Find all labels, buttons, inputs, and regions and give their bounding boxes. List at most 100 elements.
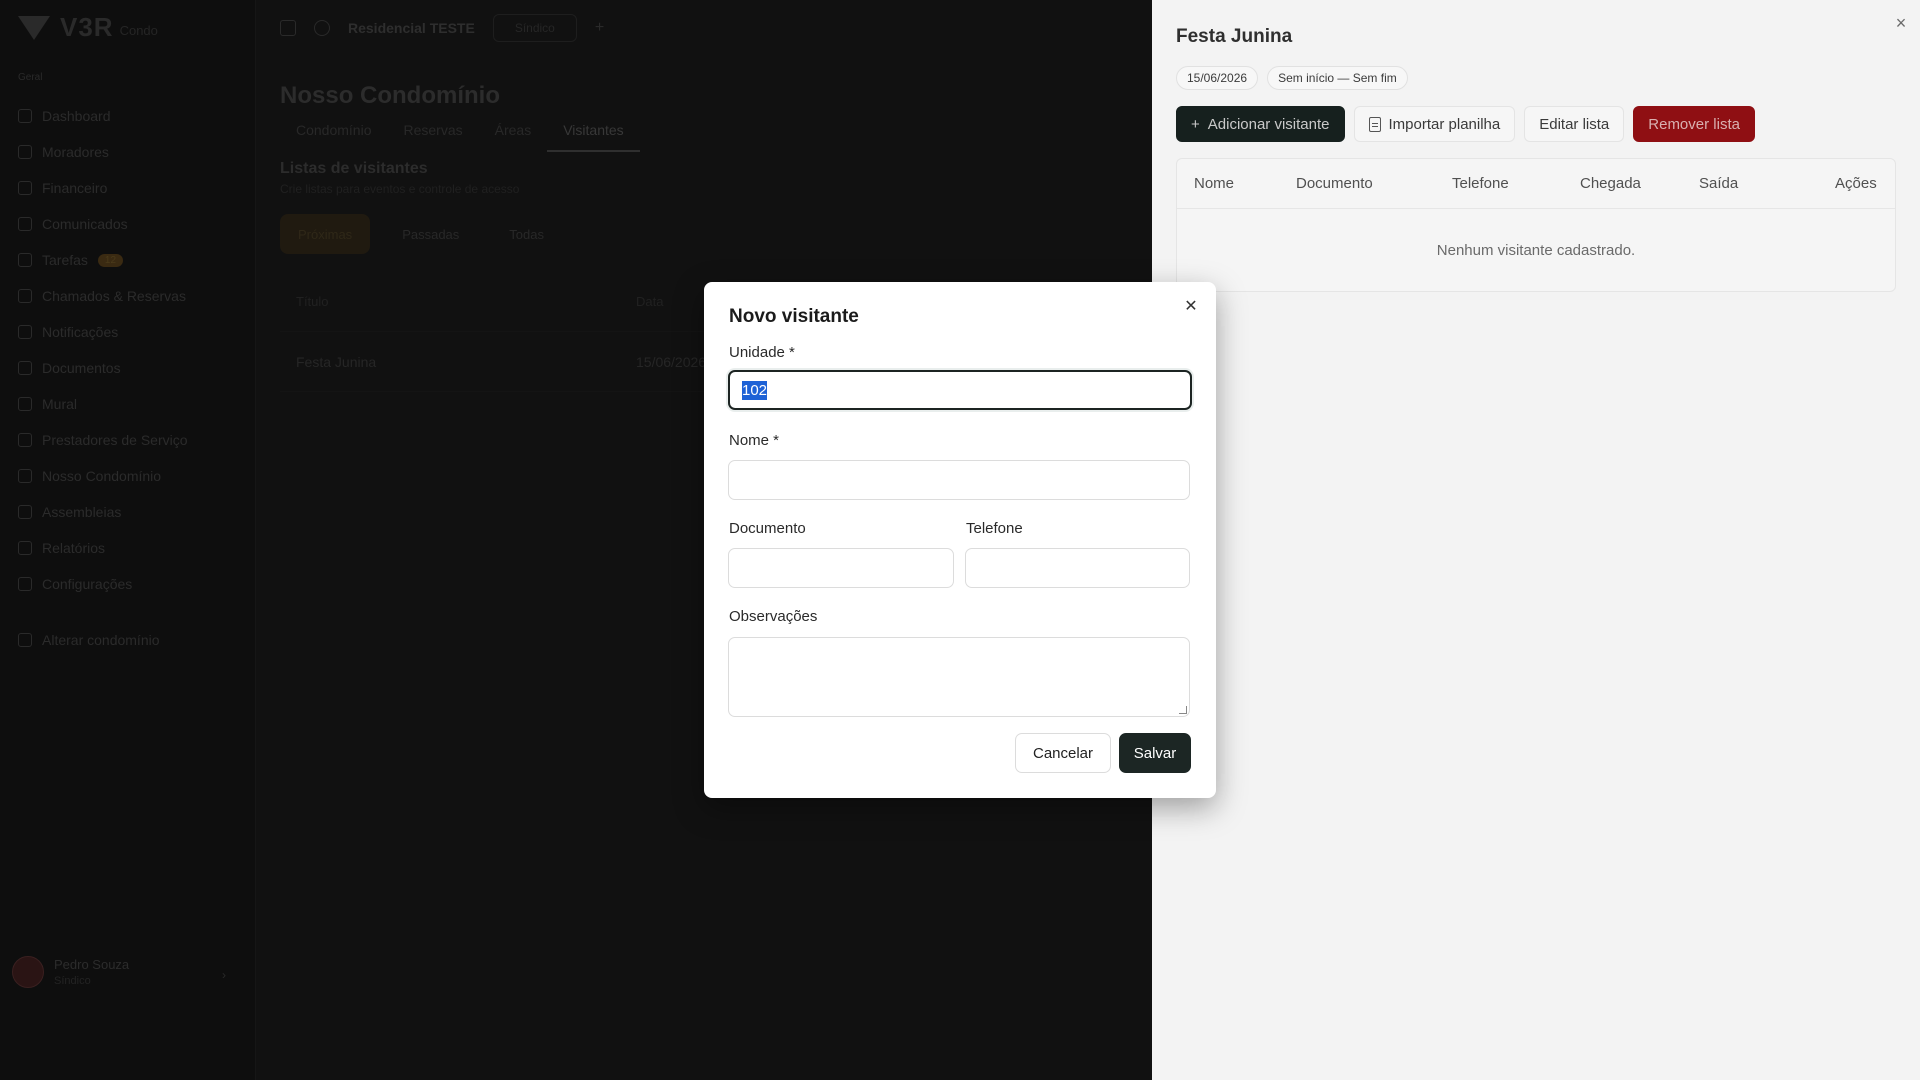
remove-list-button[interactable]: Remover lista [1633,106,1755,142]
tab-areas[interactable]: Áreas [479,118,548,152]
column-header: Chegada [1580,175,1641,192]
user-role: Síndico [54,975,91,987]
sidebar-item-comunicados[interactable]: Comunicados [16,206,240,242]
calendar-icon [18,289,32,303]
folder-icon [18,361,32,375]
visitors-table: Nome Documento Telefone Chegada Saída Aç… [1176,158,1896,292]
tab-reservas[interactable]: Reservas [388,118,479,152]
column-header: Nome [1194,175,1235,192]
chevron-right-icon[interactable]: › [222,968,226,982]
user-menu[interactable]: Pedro Souza Síndico [12,956,129,988]
sidebar-item-dashboard[interactable]: Dashboard [16,98,240,134]
section-subtitle: Crie listas para eventos e controle de a… [280,182,520,196]
filter-passadas[interactable]: Passadas [384,214,477,254]
resize-handle-icon[interactable] [1179,706,1187,714]
column-header: Ações [1835,175,1877,192]
notes-label: Observações [729,608,818,625]
sidebar-item-label: Configurações [42,576,133,592]
sidebar-menu: Dashboard Moradores Financeiro Comunicad… [16,98,240,602]
close-icon[interactable]: ✕ [1182,298,1200,316]
drawer-title: Festa Junina [1176,26,1293,47]
button-label: Adicionar visitante [1207,115,1330,133]
chart-icon [18,541,32,555]
building-icon [18,469,32,483]
dialog-title: Novo visitante [729,306,859,327]
document-input[interactable] [728,548,954,588]
tools-icon [18,433,32,447]
date-chip: 15/06/2026 [1176,66,1259,90]
plus-icon[interactable]: + [595,19,604,37]
filter-proximas[interactable]: Próximas [280,214,371,254]
unit-input[interactable]: 102 [728,370,1192,410]
column-header: Título [296,294,329,309]
sidebar-item-label: Relatórios [42,540,106,556]
close-icon[interactable]: × [1892,14,1910,32]
file-icon [1368,116,1381,132]
table-cell: 15/06/2026 [636,353,707,370]
time-range-chip: Sem início — Sem fim [1267,66,1408,90]
name-label: Nome * [729,432,780,449]
visitor-list-drawer: Festa Junina × 15/06/2026 Sem início — S… [1152,0,1920,1080]
filter-todas[interactable]: Todas [491,214,562,254]
page-tabs: Condomínio Reservas Áreas Visitantes [280,118,640,152]
sidebar-item-label: Chamados & Reservas [42,288,186,304]
swap-icon [18,633,32,647]
topbar: Residencial TESTE Síndico + [256,0,1152,56]
sidebar-item-moradores[interactable]: Moradores [16,134,240,170]
sidebar-item-chamados[interactable]: Chamados & Reservas [16,278,240,314]
unit-input-value: 102 [742,380,768,400]
add-visitor-button[interactable]: + Adicionar visitante [1176,106,1345,142]
unit-label: Unidade * [729,344,795,361]
new-visitor-dialog: Novo visitante ✕ Unidade * 102 Nome * Do… [704,282,1216,798]
logo-subtext: Condo [119,22,158,38]
sidebar-item-label: Documentos [42,360,121,376]
sidebar-item-alterar-condominio[interactable]: Alterar condomínio [16,622,160,658]
tab-visitantes[interactable]: Visitantes [547,118,640,152]
column-header: Data [636,294,664,309]
phone-input[interactable] [965,548,1190,588]
sidebar-toggle-icon[interactable] [280,20,296,36]
vote-icon [18,505,32,519]
sidebar-item-label: Alterar condomínio [42,632,160,648]
gear-icon [18,577,32,591]
plus-icon: + [1191,115,1200,133]
list-filters: Próximas Passadas Todas [280,214,562,254]
drawer-chips: 15/06/2026 Sem início — Sem fim [1176,66,1408,90]
sidebar-item-documentos[interactable]: Documentos [16,350,240,386]
sidebar-item-label: Assembleias [42,504,122,520]
sidebar-item-label: Prestadores de Serviço [42,432,188,448]
sidebar-item-tarefas[interactable]: Tarefas 12 [16,242,240,278]
sidebar-item-nosso-condominio[interactable]: Nosso Condomínio [16,458,240,494]
save-button[interactable]: Salvar [1119,733,1191,773]
board-icon [18,397,32,411]
sidebar-item-label: Financeiro [42,180,108,196]
sidebar-item-configuracoes[interactable]: Configurações [16,566,240,602]
empty-state: Nenhum visitante cadastrado. [1436,241,1636,259]
edit-list-button[interactable]: Editar lista [1524,106,1625,142]
sidebar-item-prestadores[interactable]: Prestadores de Serviço [16,422,240,458]
sidebar-item-notificacoes[interactable]: Notificações [16,314,240,350]
sidebar-item-label: Notificações [42,324,119,340]
name-input[interactable] [728,460,1190,500]
button-label: Importar planilha [1388,115,1501,133]
bell-icon [18,325,32,339]
role-pill[interactable]: Síndico [492,14,577,42]
tab-condominio[interactable]: Condomínio [280,118,388,152]
sidebar: V3R Condo Geral Dashboard Moradores Fina… [0,0,256,1080]
notes-textarea[interactable] [728,637,1190,717]
users-icon [18,145,32,159]
phone-label: Telefone [966,520,1023,537]
cancel-button[interactable]: Cancelar [1015,733,1111,773]
sidebar-item-financeiro[interactable]: Financeiro [16,170,240,206]
logo: V3R Condo [14,10,158,44]
sidebar-item-assembleias[interactable]: Assembleias [16,494,240,530]
table-header: Nome Documento Telefone Chegada Saída Aç… [1177,159,1895,209]
sidebar-item-label: Nosso Condomínio [42,468,162,484]
drawer-actions: + Adicionar visitante Importar planilha E… [1176,106,1755,142]
column-header: Saída [1699,175,1739,192]
import-spreadsheet-button[interactable]: Importar planilha [1353,106,1516,142]
condo-name: Residencial TESTE [348,20,475,36]
building-icon [314,20,330,36]
sidebar-item-mural[interactable]: Mural [16,386,240,422]
sidebar-item-relatorios[interactable]: Relatórios [16,530,240,566]
